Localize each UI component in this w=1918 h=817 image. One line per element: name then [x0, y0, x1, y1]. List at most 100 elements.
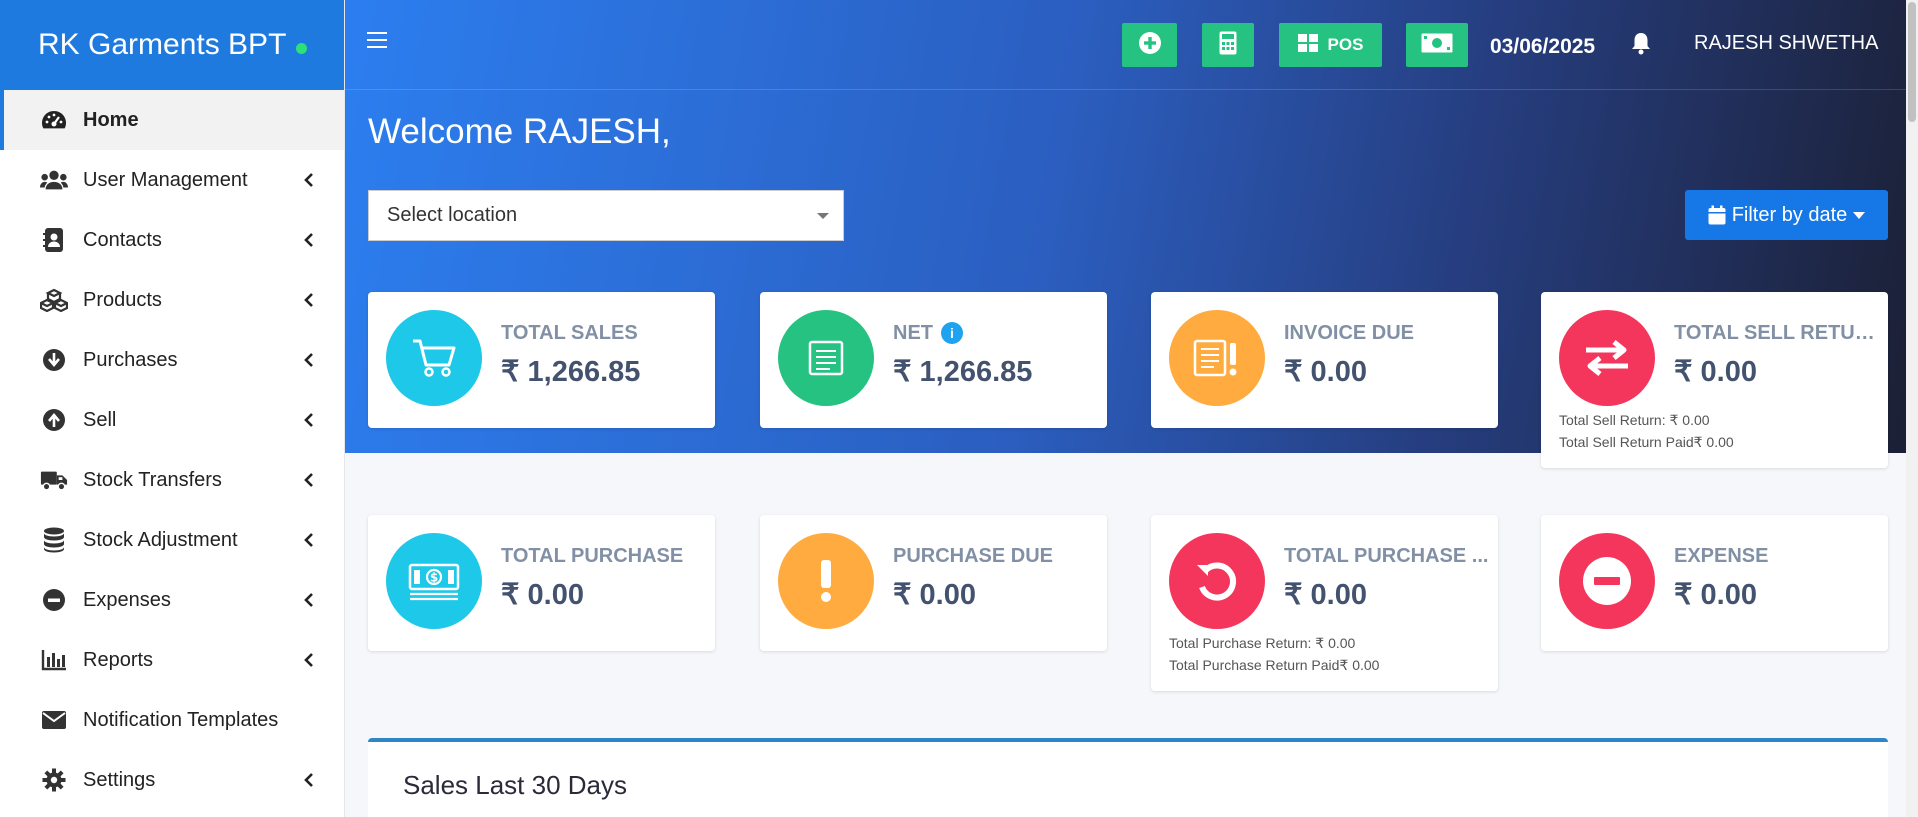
scrollbar-thumb[interactable]	[1908, 2, 1916, 122]
contact-book-icon	[40, 226, 68, 254]
filter-by-date-button[interactable]: Filter by date	[1685, 190, 1888, 240]
location-select[interactable]: Select location	[368, 190, 844, 241]
brand[interactable]: RK Garments BPT	[0, 0, 344, 90]
card-value: ₹ 1,266.85	[893, 356, 1033, 388]
card-title: NET i	[893, 322, 963, 345]
card-title: TOTAL PURCHASE	[501, 545, 684, 567]
users-icon	[40, 166, 68, 194]
card-title: INVOICE DUE	[1284, 322, 1415, 344]
sidebar-item-label: Stock Adjustment	[83, 528, 238, 551]
sidebar: RK Garments BPT Home User Management Con…	[0, 0, 345, 817]
sidebar-item-notification-templates[interactable]: Notification Templates	[0, 690, 344, 750]
calendar-icon	[1708, 205, 1726, 225]
sidebar-item-expenses[interactable]: Expenses	[0, 570, 344, 630]
net-card: NET i ₹ 1,266.85	[760, 292, 1107, 428]
total-sell-return-card: TOTAL SELL RETURN ₹ 0.00 Total Sell Retu…	[1541, 292, 1888, 468]
sidebar-item-label: Stock Transfers	[83, 468, 222, 491]
chevron-left-icon	[302, 413, 316, 427]
online-status-dot	[296, 42, 308, 54]
chevron-left-icon	[302, 533, 316, 547]
money-bills-icon: $	[386, 533, 482, 629]
total-purchase-card: $ TOTAL PURCHASE ₹ 0.00	[368, 515, 715, 651]
total-purchase-return-card: TOTAL PURCHASE ... ₹ 0.00 Total Purchase…	[1151, 515, 1498, 691]
total-sales-card: TOTAL SALES ₹ 1,266.85	[368, 292, 715, 428]
arrow-circle-up-icon	[40, 406, 68, 434]
chevron-left-icon	[302, 293, 316, 307]
shopping-cart-icon	[386, 310, 482, 406]
current-date: 03/06/2025	[1490, 35, 1596, 58]
chevron-left-icon	[302, 773, 316, 787]
sidebar-item-label: Reports	[83, 648, 154, 671]
panel-title: Sales Last 30 Days	[403, 770, 628, 800]
undo-icon	[1169, 533, 1265, 629]
sidebar-item-purchases[interactable]: Purchases	[0, 330, 344, 390]
card-value: ₹ 0.00	[501, 579, 584, 611]
invoice-due-card: INVOICE DUE ₹ 0.00	[1151, 292, 1498, 428]
sidebar-item-sell[interactable]: Sell	[0, 390, 344, 450]
card-value: ₹ 0.00	[1284, 579, 1367, 611]
sidebar-item-user-management[interactable]: User Management	[0, 150, 344, 210]
document-icon	[778, 310, 874, 406]
hamburger-menu-icon[interactable]	[367, 32, 387, 54]
minus-circle-icon	[40, 586, 68, 614]
card-value: ₹ 0.00	[1674, 579, 1757, 611]
database-icon	[40, 526, 68, 554]
sidebar-item-label: Settings	[83, 768, 156, 791]
card-subtext: Total Purchase Return: ₹ 0.00	[1169, 635, 1356, 651]
purchase-due-card: PURCHASE DUE ₹ 0.00	[760, 515, 1107, 651]
page-scrollbar[interactable]	[1906, 0, 1918, 817]
sidebar-item-products[interactable]: Products	[0, 270, 344, 330]
sidebar-item-label: Contacts	[83, 228, 162, 251]
cubes-icon	[40, 286, 68, 314]
expense-card: EXPENSE ₹ 0.00	[1541, 515, 1888, 651]
location-select-value: Select location	[387, 204, 518, 226]
sidebar-item-label: Expenses	[83, 588, 171, 611]
pos-button-label: POS	[1327, 35, 1364, 54]
card-title: TOTAL PURCHASE ...	[1284, 545, 1489, 567]
chevron-left-icon	[302, 653, 316, 667]
sidebar-item-reports[interactable]: Reports	[0, 630, 344, 690]
calculator-icon	[1219, 31, 1237, 60]
sidebar-item-home[interactable]: Home	[0, 90, 344, 150]
sidebar-item-label: User Management	[83, 168, 248, 191]
sidebar-item-contacts[interactable]: Contacts	[0, 210, 344, 270]
chevron-left-icon	[302, 473, 316, 487]
card-value: ₹ 1,266.85	[501, 356, 641, 388]
caret-down-icon	[817, 213, 829, 219]
add-button[interactable]	[1122, 23, 1177, 67]
sidebar-item-label: Products	[83, 288, 162, 311]
sidebar-item-label: Sell	[83, 408, 117, 431]
calculator-button[interactable]	[1202, 23, 1254, 67]
envelope-icon	[40, 706, 68, 734]
invoice-warning-icon	[1169, 310, 1265, 406]
sidebar-item-settings[interactable]: Settings	[0, 750, 344, 810]
svg-text:$: $	[430, 571, 438, 585]
exclamation-icon	[778, 533, 874, 629]
sidebar-item-stock-adjustment[interactable]: Stock Adjustment	[0, 510, 344, 570]
user-menu[interactable]: RAJESH SHWETHA	[1694, 32, 1878, 55]
pos-button[interactable]: POS	[1279, 23, 1382, 67]
arrow-circle-down-icon	[40, 346, 68, 374]
brand-name: RK Garments BPT	[38, 28, 287, 61]
card-title: PURCHASE DUE	[893, 545, 1054, 567]
sidebar-item-stock-transfers[interactable]: Stock Transfers	[0, 450, 344, 510]
card-subtext: Total Purchase Return Paid₹ 0.00	[1169, 657, 1380, 673]
card-value: ₹ 0.00	[1284, 356, 1367, 388]
cash-register-button[interactable]	[1406, 23, 1468, 67]
card-value: ₹ 0.00	[1674, 356, 1757, 388]
welcome-heading: Welcome RAJESH,	[368, 112, 671, 151]
bell-icon[interactable]	[1630, 31, 1652, 55]
caret-down-icon	[1853, 211, 1866, 219]
card-title: EXPENSE	[1674, 545, 1769, 567]
minus-circle-icon	[1559, 533, 1655, 629]
chevron-left-icon	[302, 593, 316, 607]
sidebar-item-label: Notification Templates	[83, 708, 279, 731]
grid-icon	[1297, 33, 1318, 57]
info-icon[interactable]: i	[941, 322, 963, 344]
gear-icon	[40, 766, 68, 794]
bar-chart-icon	[40, 646, 68, 674]
chevron-left-icon	[302, 353, 316, 367]
dashboard-icon	[40, 106, 68, 134]
filter-by-date-label: Filter by date	[1731, 203, 1848, 226]
card-subtext: Total Sell Return: ₹ 0.00	[1559, 412, 1710, 428]
